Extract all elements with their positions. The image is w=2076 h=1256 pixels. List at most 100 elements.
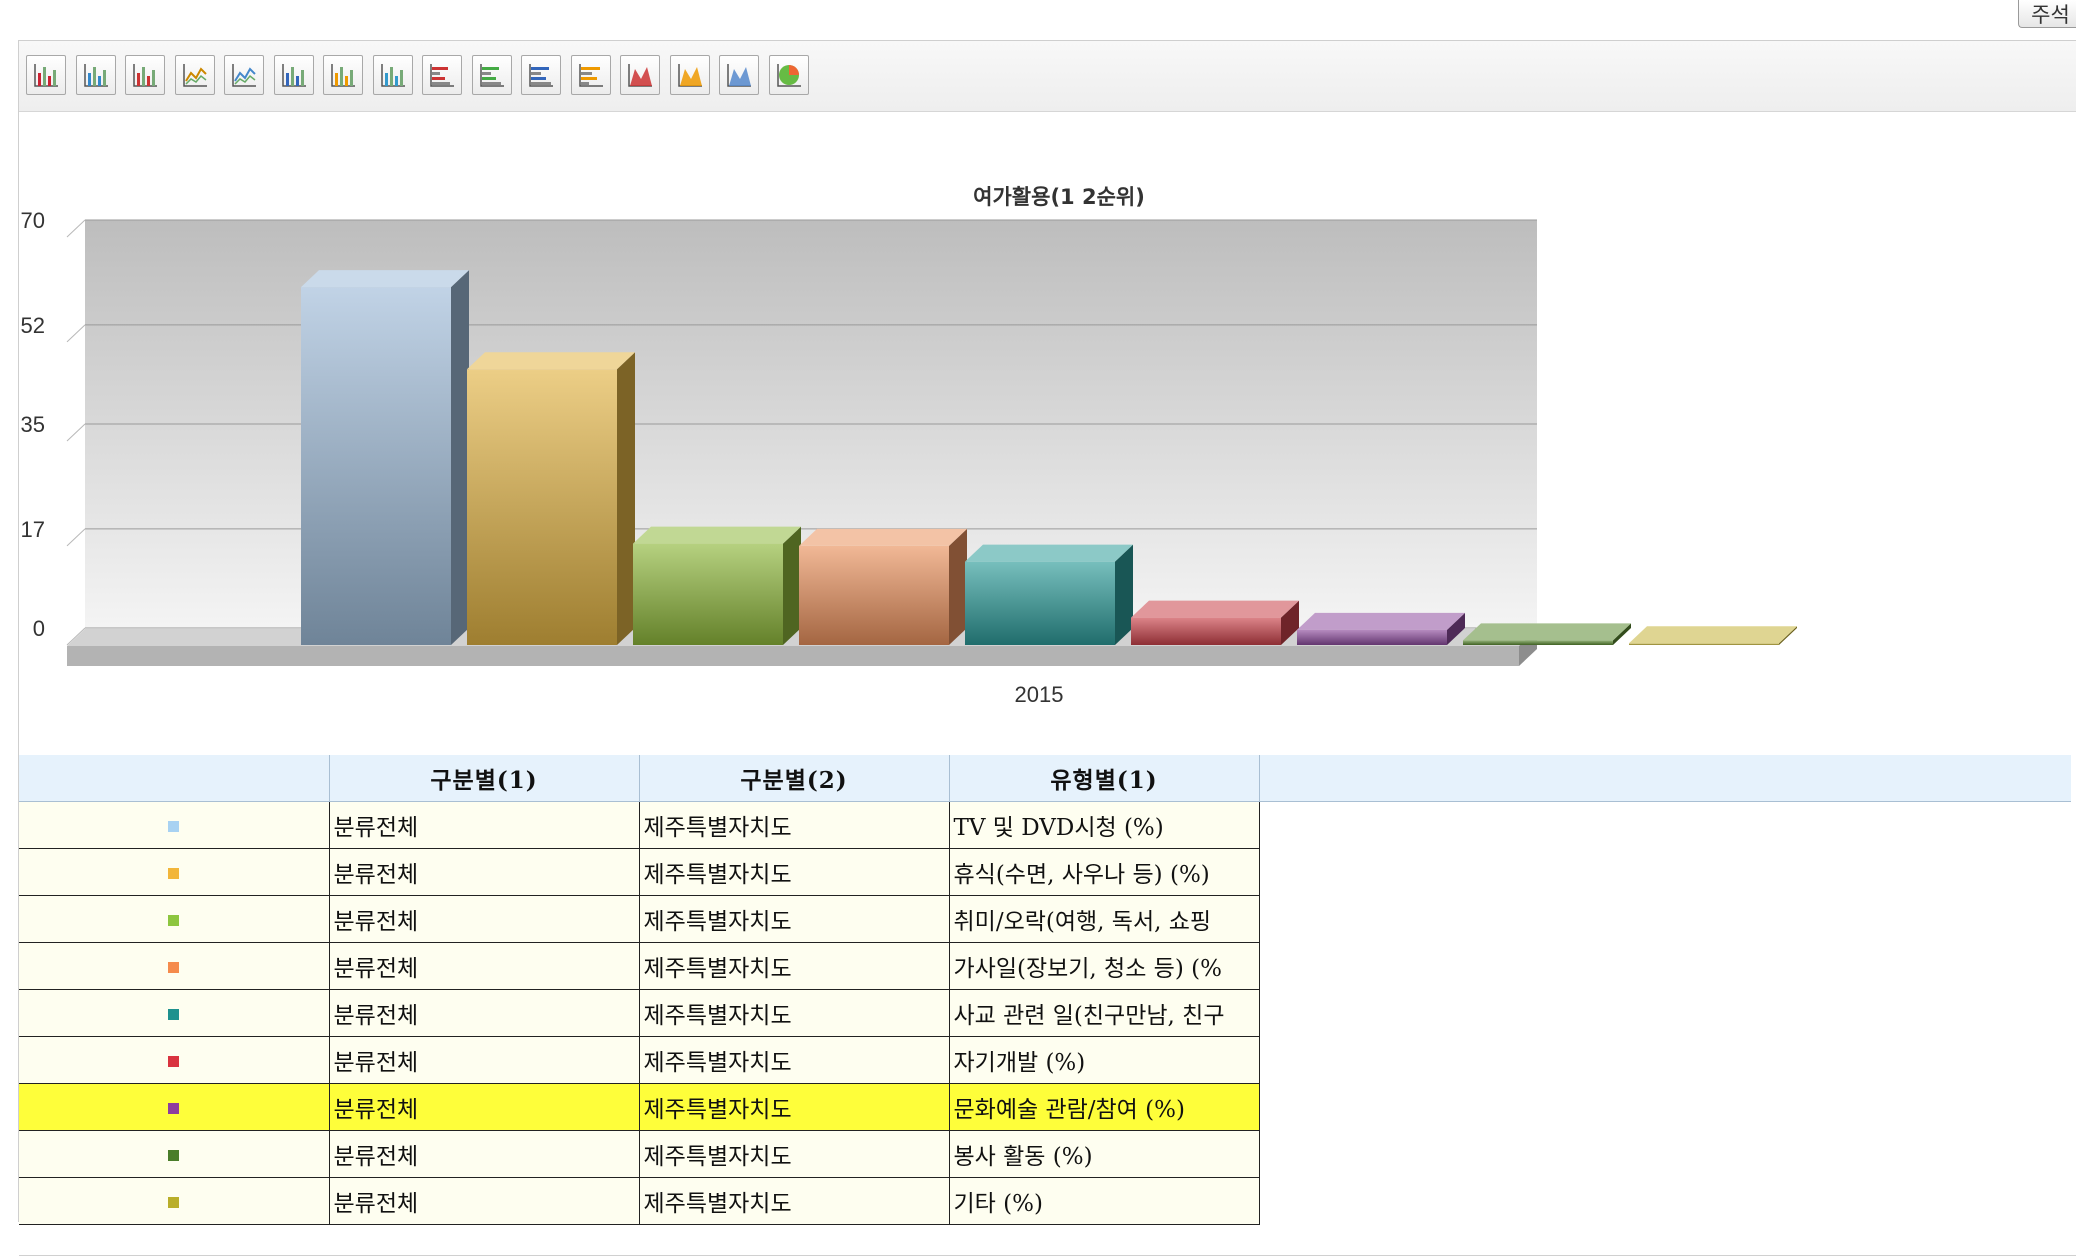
chart-type-button-2[interactable]	[75, 55, 116, 95]
header-filler	[1259, 755, 2071, 802]
table-row[interactable]: 분류전체 제주특별자치도 봉사 활동 (%)	[19, 1130, 2071, 1178]
table-row[interactable]: 분류전체 제주특별자치도 휴식(수면, 사우나 등) (%)	[19, 848, 2071, 896]
bar-top	[467, 352, 635, 370]
plot-floor-front	[67, 646, 1519, 666]
bar-9[interactable]	[1629, 626, 1797, 645]
legend-swatch-cell	[19, 989, 330, 1037]
chart-type-button-9[interactable]	[422, 55, 462, 95]
table-row[interactable]: 분류전체 제주특별자치도 기타 (%)	[19, 1177, 2071, 1225]
category-2-cell: 제주특별자치도	[638, 895, 950, 943]
table-row[interactable]: 분류전체 제주특별자치도 사교 관련 일(친구만남, 친구	[19, 989, 2071, 1037]
bar-1[interactable]	[301, 270, 469, 645]
bar-top	[1629, 626, 1797, 644]
pie-chart-icon	[776, 64, 801, 87]
area-chart-red-icon	[628, 64, 652, 87]
area-chart-orange-icon	[677, 64, 702, 87]
category-2-cell: 제주특별자치도	[638, 942, 950, 990]
chart-type-button-14[interactable]	[669, 55, 710, 95]
type-1-cell: 가사일(장보기, 청소 등) (%	[948, 942, 1260, 990]
annotation-button[interactable]: 주석	[2018, 0, 2076, 28]
bar-front	[799, 545, 949, 645]
legend-swatch-cell	[19, 1177, 330, 1225]
chart-type-button-6[interactable]	[273, 55, 314, 95]
legend-swatch	[168, 914, 180, 926]
chart-type-button-13[interactable]	[620, 55, 660, 95]
bar-front	[965, 561, 1115, 645]
bar-front	[1463, 640, 1613, 645]
category-1-cell: 분류전체	[328, 801, 640, 849]
area-chart-blue-icon	[727, 64, 751, 87]
bar-chart-red-icon	[133, 64, 157, 87]
legend-swatch	[168, 867, 180, 879]
bar-5[interactable]	[965, 544, 1133, 645]
legend-swatch	[168, 1102, 180, 1114]
bar-top	[633, 526, 801, 544]
chart-type-button-16[interactable]	[768, 55, 809, 95]
type-1-cell: 사교 관련 일(친구만남, 친구	[948, 989, 1260, 1037]
legend-swatch	[168, 961, 180, 973]
legend-swatch-cell	[19, 942, 330, 990]
bar-7[interactable]	[1297, 612, 1465, 645]
bar-6[interactable]	[1131, 600, 1299, 645]
chart-type-button-4[interactable]	[174, 55, 215, 95]
bar-front	[1629, 643, 1779, 645]
legend-swatch	[168, 820, 180, 832]
horizontal-bar-green-icon	[479, 64, 504, 87]
chart-type-button-7[interactable]	[323, 55, 363, 95]
chart-type-button-10[interactable]	[471, 55, 512, 95]
horizontal-bar-red-icon	[430, 64, 454, 87]
bar-2[interactable]	[467, 352, 635, 645]
legend-swatch-cell	[19, 1083, 330, 1131]
chart-type-button-12[interactable]	[570, 55, 611, 95]
category-1-cell: 분류전체	[328, 848, 640, 896]
bar-3[interactable]	[633, 526, 801, 645]
type-1-cell: 자기개발 (%)	[948, 1036, 1260, 1084]
bar-top	[1463, 623, 1631, 641]
bar-top	[1131, 600, 1299, 618]
category-1-cell: 분류전체	[328, 1177, 640, 1225]
bar-front	[633, 543, 783, 645]
category-1-cell: 분류전체	[328, 942, 640, 990]
category-2-cell: 제주특별자치도	[638, 989, 950, 1037]
chart-type-button-5[interactable]	[224, 55, 264, 95]
table-row[interactable]: 분류전체 제주특별자치도 가사일(장보기, 청소 등) (%	[19, 942, 2071, 990]
category-1-cell: 분류전체	[328, 1036, 640, 1084]
legend-swatch	[168, 1008, 180, 1020]
table-row[interactable]: 분류전체 제주특별자치도 TV 및 DVD시청 (%)	[19, 801, 2071, 849]
category-2-cell: 제주특별자치도	[638, 1083, 950, 1131]
legend-swatch-cell	[19, 1130, 330, 1178]
header-swatch	[19, 755, 330, 802]
line-chart-icon	[182, 64, 207, 87]
bar-side	[451, 270, 469, 645]
y-tick-label: 52	[21, 313, 45, 338]
bar-top	[965, 544, 1133, 562]
bar-front	[301, 287, 451, 645]
bar-8[interactable]	[1463, 623, 1631, 645]
chart-type-button-8[interactable]	[372, 55, 413, 95]
table-row[interactable]: 분류전체 제주특별자치도 자기개발 (%)	[19, 1036, 2071, 1084]
bar-top	[799, 528, 967, 546]
chart-type-button-11[interactable]	[521, 55, 561, 95]
x-category-label: 2015	[1015, 682, 1064, 707]
bar-chart-blue-icon	[83, 64, 108, 87]
chart-type-button-1[interactable]	[26, 55, 66, 95]
category-2-cell: 제주특별자치도	[638, 1177, 950, 1225]
header-category-2: 구분별(2)	[639, 755, 950, 802]
gridline-depth	[66, 219, 86, 238]
horizontal-bar-blue-icon	[529, 64, 553, 87]
y-tick-label: 17	[21, 517, 45, 542]
table-row[interactable]: 분류전체 제주특별자치도 취미/오락(여행, 독서, 쇼핑	[19, 895, 2071, 943]
bar-side	[617, 352, 635, 645]
chart-type-button-15[interactable]	[719, 55, 759, 95]
table-row[interactable]: 분류전체 제주특별자치도 문화예술 관람/참여 (%)	[19, 1083, 2071, 1131]
chart-type-button-3[interactable]	[125, 55, 165, 95]
gridline-depth	[66, 324, 86, 343]
bar-4[interactable]	[799, 528, 967, 645]
category-1-cell: 분류전체	[328, 1083, 640, 1131]
horizontal-bar-orange-icon	[578, 64, 603, 87]
bar-top	[301, 270, 469, 288]
table-header-row: 구분별(1) 구분별(2) 유형별(1)	[19, 755, 2071, 802]
type-1-cell: TV 및 DVD시청 (%)	[948, 801, 1260, 849]
legend-swatch-cell	[19, 895, 330, 943]
y-tick-label: 35	[21, 412, 45, 437]
